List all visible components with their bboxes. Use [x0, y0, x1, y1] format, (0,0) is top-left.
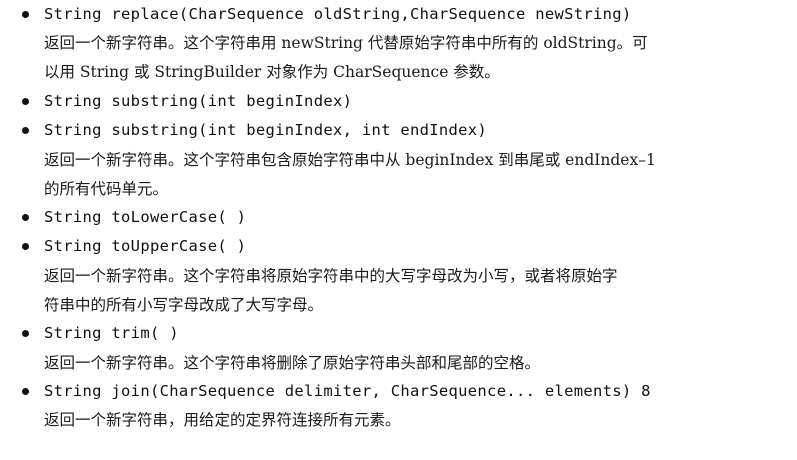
- method-description-line: 返回一个新字符串，用给定的定界符连接所有元素。: [44, 411, 401, 429]
- bullet-icon: [22, 388, 29, 395]
- method-signature: String replace(CharSequence oldString,Ch…: [44, 5, 632, 23]
- bullet-icon: [22, 127, 29, 134]
- method-signature: String trim( ): [44, 324, 179, 342]
- bullet-icon: [22, 11, 29, 18]
- bullet-icon: [22, 330, 29, 337]
- method-description-line: 返回一个新字符串。这个字符串包含原始字符串中从 beginIndex 到串尾或 …: [44, 151, 656, 169]
- method-signature: String toLowerCase( ): [44, 208, 247, 226]
- method-signature: String substring(int beginIndex): [44, 92, 353, 110]
- bullet-icon: [22, 214, 29, 221]
- method-description-line: 符串中的所有小写字母改成了大写字母。: [44, 296, 324, 314]
- method-signature: String substring(int beginIndex, int end…: [44, 121, 488, 139]
- bullet-icon: [22, 243, 29, 250]
- method-signature: String join(CharSequence delimiter, Char…: [44, 382, 651, 400]
- method-signature: String toUpperCase( ): [44, 237, 247, 255]
- method-description-line: 返回一个新字符串。这个字符串用 newString 代替原始字符串中所有的 ol…: [44, 34, 648, 52]
- api-doc-page: String replace(CharSequence oldString,Ch…: [0, 0, 797, 460]
- bullet-icon: [22, 98, 29, 105]
- method-description-line: 的所有代码单元。: [44, 180, 169, 198]
- method-description-line: 返回一个新字符串。这个字符串将原始字符串中的大写字母改为小写，或者将原始字: [44, 267, 618, 285]
- method-description-line: 以用 String 或 StringBuilder 对象作为 CharSeque…: [44, 63, 500, 81]
- method-description-line: 返回一个新字符串。这个字符串将删除了原始字符串头部和尾部的空格。: [44, 354, 541, 372]
